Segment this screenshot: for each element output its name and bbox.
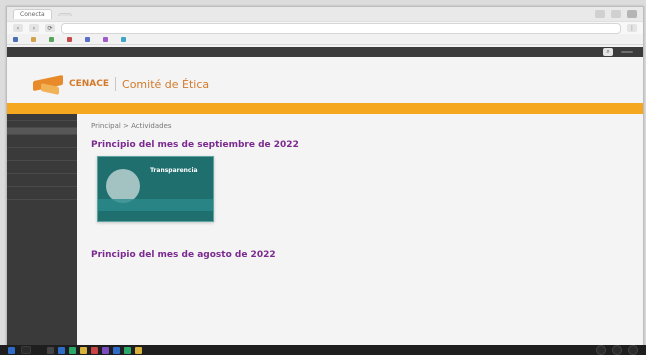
bookmark[interactable]: [85, 36, 93, 42]
website: ⌕ CENACE Comité de Ética Principal > Act…: [7, 47, 643, 347]
address-bar[interactable]: [61, 22, 621, 34]
tray-icon[interactable]: [596, 345, 606, 355]
notification-icon[interactable]: [628, 345, 638, 355]
sidebar-item[interactable]: [7, 148, 77, 161]
app-icon[interactable]: [91, 346, 98, 354]
tray-icon[interactable]: [612, 345, 622, 355]
back-icon[interactable]: ‹: [13, 24, 23, 32]
logo-divider: [115, 77, 117, 91]
utility-bar: [7, 57, 643, 65]
browser-toolbar: ‹ › ⟳ ⋮: [7, 21, 643, 34]
app-icon[interactable]: [124, 346, 131, 354]
site-logo[interactable]: CENACE Comité de Ética: [33, 73, 209, 95]
bookmark[interactable]: [121, 36, 129, 42]
bookmark[interactable]: [103, 36, 111, 42]
site-header: CENACE Comité de Ética: [7, 65, 643, 103]
topbar-user[interactable]: [621, 51, 633, 53]
menu-icon[interactable]: ⋮: [627, 24, 637, 32]
windows-start-icon[interactable]: [8, 346, 15, 354]
taskbar-search[interactable]: [21, 346, 31, 354]
sidebar-item[interactable]: [7, 161, 77, 174]
logo-subtitle: Comité de Ética: [122, 77, 210, 91]
bookmark[interactable]: [13, 36, 21, 42]
section-title: Principio del mes de agosto de 2022: [91, 250, 276, 260]
sidebar-item[interactable]: [7, 114, 77, 121]
app-icon[interactable]: [80, 346, 87, 354]
card-title: Transparencia: [150, 167, 198, 174]
sidebar-item[interactable]: [7, 128, 77, 135]
search-icon[interactable]: ⌕: [603, 48, 613, 56]
portrait-image: [106, 169, 140, 203]
sidebar-item[interactable]: [7, 187, 77, 200]
site-topbar: ⌕: [7, 47, 643, 57]
app-icon[interactable]: [69, 346, 76, 354]
window-controls: [595, 10, 637, 18]
app-icon[interactable]: [102, 346, 109, 354]
windows-taskbar: [0, 345, 646, 355]
sidebar-item[interactable]: [7, 174, 77, 187]
logo-mark: [33, 73, 63, 95]
sidebar-item[interactable]: [7, 121, 77, 128]
reload-icon[interactable]: ⟳: [45, 24, 55, 32]
forward-icon[interactable]: ›: [29, 24, 39, 32]
taskbar-apps: [47, 346, 142, 354]
app-icon[interactable]: [113, 346, 120, 354]
minimize-button[interactable]: [595, 10, 605, 18]
bookmarks-bar: [7, 34, 643, 45]
sidebar-item[interactable]: [7, 135, 77, 148]
task-view-icon[interactable]: [47, 346, 54, 354]
logo-brand: CENACE: [69, 79, 110, 89]
browser-tab-strip: Conecta: [7, 7, 643, 21]
app-icon[interactable]: [58, 346, 65, 354]
bookmark[interactable]: [67, 36, 75, 42]
orange-nav-bar: [7, 103, 643, 114]
close-button[interactable]: [627, 10, 637, 18]
bookmark[interactable]: [49, 36, 57, 42]
site-body: Principal > Actividades Principio del me…: [7, 114, 643, 347]
sidebar: [7, 114, 77, 347]
bookmark[interactable]: [31, 36, 39, 42]
featured-card[interactable]: Transparencia: [97, 156, 214, 222]
browser-tab-active[interactable]: Conecta: [13, 9, 52, 19]
browser-window: Conecta ‹ › ⟳ ⋮ ⌕ CENACE Comité de Ética…: [6, 6, 644, 348]
app-icon[interactable]: [135, 346, 142, 354]
system-tray: [596, 345, 638, 355]
breadcrumb[interactable]: Principal > Actividades: [91, 122, 629, 130]
card-band: [98, 199, 213, 211]
section-title: Principio del mes de septiembre de 2022: [91, 140, 299, 150]
browser-tab-inactive[interactable]: [57, 12, 72, 16]
main-content: Principal > Actividades Principio del me…: [77, 114, 643, 347]
maximize-button[interactable]: [611, 10, 621, 18]
